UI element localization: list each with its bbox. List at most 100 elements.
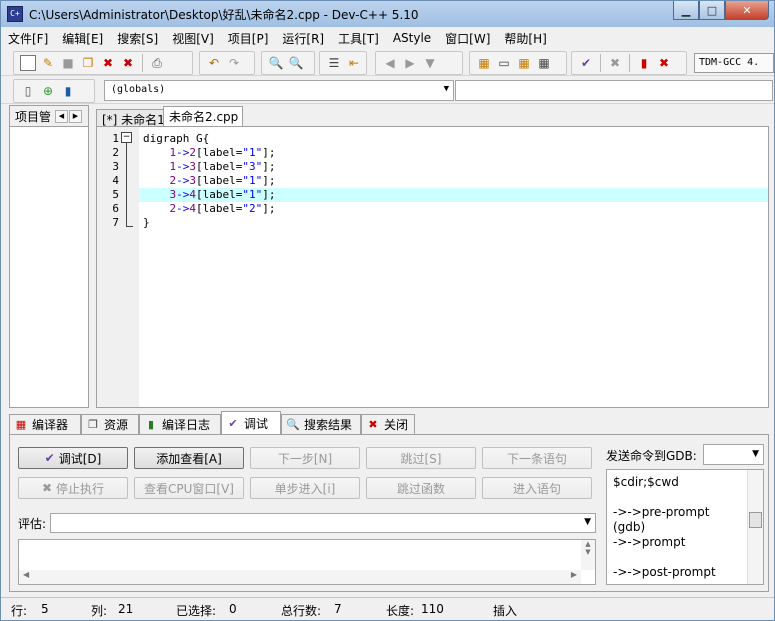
skip-button[interactable]: 跳过[S] [366,447,476,469]
menu-astyle[interactable]: AStyle [386,31,438,45]
fold-collapse-icon[interactable]: − [121,132,132,143]
class-toolbar: ▯ ⊕ ▮ (globals) ▼ [1,76,774,104]
redo-icon[interactable]: ↷ [226,55,242,71]
chevron-down-icon[interactable]: ▼ [752,449,759,459]
print-icon[interactable]: ⎙ [149,55,165,71]
undo-icon[interactable]: ↶ [206,55,222,71]
remove-from-project-icon[interactable]: ▮ [60,83,76,99]
line-number: 6 [112,202,119,215]
line-number: 3 [112,160,119,173]
close-button[interactable]: ✕ [725,1,769,20]
minimize-button[interactable]: ▁ [673,1,699,20]
profile-chart-icon[interactable]: ▮ [636,55,652,71]
line-number: 5 [112,188,119,201]
delete-profile-icon[interactable]: ✖ [656,55,672,71]
grid-icon[interactable]: ▦ [476,55,492,71]
close-file-icon[interactable]: ✖ [100,55,116,71]
horizontal-scrollbar[interactable]: ◀ ▶ [19,570,581,584]
dev-cpp-window: C+ C:\Users\Administrator\Desktop\好乱\未命名… [0,0,775,621]
code-line: 1->2[label="1"]; [139,146,768,160]
check-syntax-icon[interactable]: ✔ [578,55,594,71]
next-statement-button[interactable]: 下一条语句 [482,447,592,469]
tab-label: 搜索结果 [304,418,353,432]
tab-compile-log[interactable]: ▮ 编译日志 [139,414,221,434]
gdb-scrollbar[interactable] [747,470,763,584]
color-grid-icon[interactable]: ▦ [516,55,532,71]
code-area[interactable]: digraph G{ 1->2[label="1"]; 1->3[label="… [139,132,768,230]
next-step-button[interactable]: 下一步[N] [250,447,360,469]
total-lines-label: 总行数: [281,604,322,618]
tab-search-results[interactable]: 🔍 搜索结果 [281,414,361,434]
globals-combo[interactable]: (globals) ▼ [104,80,454,101]
code-text: [label= [196,160,243,173]
menu-search[interactable]: 搜索[S] [110,30,165,47]
gdb-output-line: (gdb) [613,520,646,534]
debug-button[interactable]: ✔ 调试[D] [18,447,128,469]
view-cpu-button[interactable]: 查看CPU窗口[V] [134,477,244,499]
code-number: 3 [189,160,196,173]
scroll-left-icon[interactable]: ◀ [55,109,68,123]
open-file-icon[interactable]: ✎ [40,55,56,71]
evaluate-output[interactable]: ▲ ▼ ◀ ▶ [18,539,596,585]
evaluate-input[interactable]: ▼ [50,513,596,533]
bookmark-back-icon[interactable]: ◀ [382,55,398,71]
add-to-project-icon[interactable]: ⊕ [40,83,56,99]
tab-close[interactable]: ✖ 关闭 [361,414,415,434]
code-string: "2" [242,202,263,215]
members-combo[interactable] [455,80,773,101]
close-all-icon[interactable]: ✖ [120,55,136,71]
tab-untitled2[interactable]: 未命名2.cpp [163,106,243,128]
scrollbar-thumb[interactable] [749,512,762,528]
tile-icon[interactable]: ▦ [536,55,552,71]
bookmark-icon[interactable]: ▼ [422,55,438,71]
stop-icon[interactable]: ✖ [607,55,623,71]
enter-statement-button[interactable]: 进入语句 [482,477,592,499]
tab-compiler[interactable]: ▦ 编译器 [9,414,81,434]
save-icon[interactable]: ■ [60,55,76,71]
tab-debug[interactable]: ✔ 调试 [221,411,281,435]
menu-view[interactable]: 视图[V] [165,30,221,47]
new-file-icon[interactable] [20,55,36,71]
save-all-icon[interactable]: ❐ [80,55,96,71]
app-icon[interactable]: C+ [7,6,23,22]
project-tab[interactable]: 项目管 ◀ ▶ [10,106,88,127]
menu-run[interactable]: 运行[R] [275,30,331,47]
step-into-button[interactable]: 单步进入[i] [250,477,360,499]
menu-window[interactable]: 窗口[W] [438,30,497,47]
chevron-down-icon[interactable]: ▼ [584,517,591,527]
compiler-select[interactable]: TDM-GCC 4. [694,53,774,73]
replace-icon[interactable]: 🔍 [288,55,304,71]
bottom-tabs: ▦ 编译器 ❐ 资源 ▮ 编译日志 ✔ 调试 🔍 搜索结果 ✖ 关闭 [9,411,769,435]
skip-function-button[interactable]: 跳过函数 [366,477,476,499]
unindent-icon[interactable]: ⇤ [346,55,362,71]
title-bar[interactable]: C+ C:\Users\Administrator\Desktop\好乱\未命名… [1,1,774,27]
vertical-scrollbar[interactable]: ▲ ▼ [581,540,595,570]
menu-help[interactable]: 帮助[H] [497,30,553,47]
menu-file[interactable]: 文件[F] [1,30,55,47]
code-editor[interactable]: 1 2 3 4 5 6 7 − digraph G{ 1->2[label="1… [96,126,769,408]
gdb-output-line [607,550,763,565]
menu-tools[interactable]: 工具[T] [331,30,386,47]
add-watch-button[interactable]: 添加查看[A] [134,447,244,469]
indent-icon[interactable]: ☰ [326,55,342,71]
tab-label: 关闭 [384,418,409,432]
code-text: [label= [196,146,243,159]
toolbar-separator [629,54,630,72]
stop-execution-button[interactable]: ✖ 停止执行 [18,477,128,499]
line-number: 4 [112,174,119,187]
code-text: ]; [262,202,276,215]
new-project-icon[interactable]: ▯ [20,83,36,99]
main-toolbar: ✎ ■ ❐ ✖ ✖ ⎙ ↶ ↷ 🔍 🔍 ☰ ⇤ ◀ ▶ ▼ ▦ ▭ ▦ ▦ ✔ … [1,48,774,76]
tab-resources[interactable]: ❐ 资源 [81,414,139,434]
gdb-output[interactable]: $cdir;$cwd ->->pre-prompt (gdb) ->->prom… [606,469,764,585]
line-gutter: 1 2 3 4 5 6 7 − [97,127,139,407]
scroll-right-icon[interactable]: ▶ [69,109,82,123]
gdb-command-input[interactable]: ▼ [703,444,764,465]
menu-edit[interactable]: 编辑[E] [55,30,110,47]
window-icon[interactable]: ▭ [496,55,512,71]
menu-project[interactable]: 项目[P] [221,30,276,47]
maximize-button[interactable]: □ [699,1,725,20]
bookmark-forward-icon[interactable]: ▶ [402,55,418,71]
find-icon[interactable]: 🔍 [268,55,284,71]
